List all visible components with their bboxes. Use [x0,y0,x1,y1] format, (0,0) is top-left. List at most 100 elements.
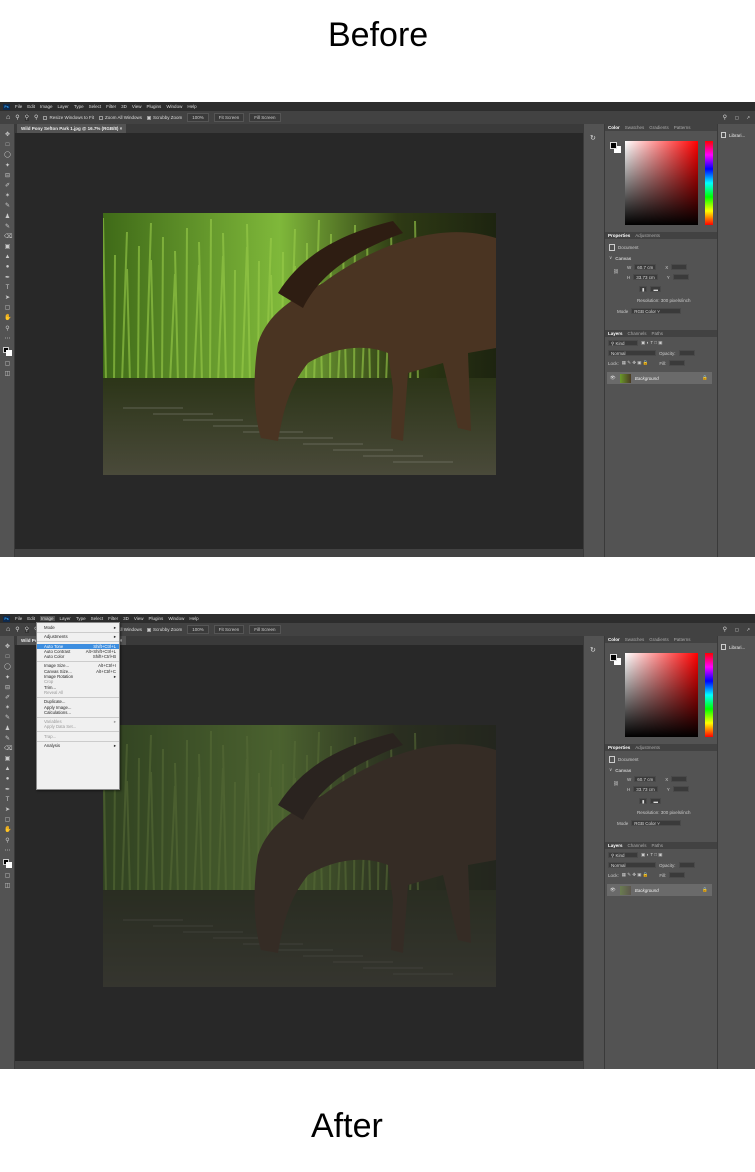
tab-color[interactable]: Color [608,125,620,130]
menu-item-calculations[interactable]: Calculations... [37,710,119,715]
search-icon[interactable]: ⚲ [723,626,727,633]
menu-3d[interactable]: 3D [123,616,129,621]
layer-row-background[interactable]: 👁 Background 🔒 [607,884,712,896]
menu-view[interactable]: View [132,104,142,109]
tab-paths[interactable]: Paths [652,331,664,336]
menu-item-apply-data-set[interactable]: Apply Data Set... [37,724,119,729]
hue-slider[interactable] [705,141,713,225]
menu-file[interactable]: File [15,616,22,621]
lock-icons[interactable]: ▦ ✎ ✥ ▣ 🔒 [622,360,649,366]
tab-patterns[interactable]: Patterns [674,125,691,130]
tab-layers[interactable]: Layers [608,843,623,848]
menu-file[interactable]: File [15,104,22,109]
filter-icons[interactable]: ▣ ◐ T □ ▣ [641,340,663,346]
fit-screen-button[interactable]: Fit Screen [213,625,245,634]
fill-screen-button[interactable]: Fill Screen [249,625,281,634]
stamp-tool-icon[interactable]: ♟ [4,214,11,221]
tab-patterns[interactable]: Patterns [674,637,691,642]
workspace-icon[interactable]: ▢ [735,627,739,633]
y-field[interactable] [672,786,689,792]
libraries-button[interactable]: Librari... [721,132,752,138]
document-tab[interactable]: Wild Pony Sefton Park 1.jpg @ 16.7% (RGB… [17,124,127,133]
menu-layer[interactable]: Layer [58,104,69,109]
zoom-tool-icon[interactable]: ⚲ [15,114,19,121]
menu-3d[interactable]: 3D [121,104,127,109]
blur-tool-icon[interactable]: ▲ [4,254,11,261]
dodge-tool-icon[interactable]: ● [4,264,11,271]
zoom-tool-icon[interactable]: ⚲ [4,838,11,845]
tab-channels[interactable]: Channels [628,843,647,848]
layer-filter-kind[interactable]: ⚲ Kind [608,340,638,346]
height-field[interactable]: 33.73 cm [633,786,658,792]
hue-slider[interactable] [705,653,713,737]
layer-row-background[interactable]: 👁 Background 🔒 [607,372,712,384]
foreground-color[interactable] [610,142,617,149]
menu-item-adjustments[interactable]: Adjustments ▸ [37,634,119,639]
menu-edit[interactable]: Edit [27,104,35,109]
zoom-100-button[interactable]: 100% [187,113,209,122]
resize-windows-checkbox[interactable]: Resize Windows to Fit [43,115,94,120]
crop-tool-icon[interactable]: ⊟ [4,173,11,180]
dodge-tool-icon[interactable]: ● [4,776,11,783]
history-brush-tool-icon[interactable]: ✎ [4,736,11,743]
menu-window[interactable]: Window [166,104,182,109]
menu-image[interactable]: Image [40,104,53,109]
layer-filter-kind[interactable]: ⚲ Kind [608,852,638,858]
quick-mask-icon[interactable]: ▢ [4,361,11,368]
eraser-tool-icon[interactable]: ⌫ [4,234,12,241]
zoom-all-checkbox[interactable]: Zoom All Windows [98,115,142,120]
blend-mode-select[interactable]: Normal [608,862,656,868]
lasso-tool-icon[interactable]: ◯ [4,664,11,671]
menu-help[interactable]: Help [187,104,196,109]
fit-screen-button[interactable]: Fit Screen [213,113,245,122]
color-picker-field[interactable] [625,141,698,225]
history-brush-tool-icon[interactable]: ✎ [4,224,11,231]
crop-tool-icon[interactable]: ⊟ [4,685,11,692]
pen-tool-icon[interactable]: ✒ [4,787,11,794]
magic-wand-tool-icon[interactable]: ✦ [4,163,11,170]
zoom-tool-icon[interactable]: ⚲ [15,626,19,633]
libraries-button[interactable]: Librari... [721,644,752,650]
zoom-tool-icon[interactable]: ⚲ [4,326,11,333]
tab-properties[interactable]: Properties [608,233,630,238]
blur-tool-icon[interactable]: ▲ [4,766,11,773]
tab-adjustments[interactable]: Adjustments [635,233,660,238]
link-icon[interactable]: ⛓ [613,781,619,787]
menu-image[interactable]: Image [40,616,55,621]
lasso-tool-icon[interactable]: ◯ [4,152,11,159]
stamp-tool-icon[interactable]: ♟ [4,726,11,733]
tab-swatches[interactable]: Swatches [625,125,645,130]
eyedropper-tool-icon[interactable]: ✐ [4,183,11,190]
lock-icons[interactable]: ▦ ✎ ✥ ▣ 🔒 [622,872,649,878]
quick-mask-icon[interactable]: ▢ [4,873,11,880]
landscape-orientation-button[interactable]: ▬ [650,286,661,292]
home-icon[interactable]: ⌂ [6,114,10,121]
opacity-field[interactable] [678,350,695,356]
fill-field[interactable] [669,872,686,878]
menu-select[interactable]: Select [91,616,104,621]
chevron-down-icon[interactable]: ∨ [609,767,612,773]
menu-view[interactable]: View [134,616,144,621]
rectangle-tool-icon[interactable]: ▢ [4,817,11,824]
x-field[interactable] [671,264,688,270]
menu-item-reveal-all[interactable]: Reveal All [37,690,119,695]
visibility-eye-icon[interactable]: 👁 [610,887,616,893]
screen-mode-icon[interactable]: ◫ [4,371,11,378]
foreground-background-swatch[interactable] [0,346,14,358]
rectangle-tool-icon[interactable]: ▢ [4,305,11,312]
x-field[interactable] [671,776,688,782]
mode-select[interactable]: RGB Color ˅ [631,820,682,826]
canvas-area[interactable] [15,133,583,549]
menu-window[interactable]: Window [168,616,184,621]
landscape-orientation-button[interactable]: ▬ [650,798,661,804]
brush-tool-icon[interactable]: ✎ [4,715,11,722]
gradient-tool-icon[interactable]: ▣ [4,244,11,251]
healing-tool-icon[interactable]: ✶ [4,705,11,712]
eyedropper-tool-icon[interactable]: ✐ [4,695,11,702]
pen-tool-icon[interactable]: ✒ [4,275,11,282]
history-icon[interactable]: ↻ [590,646,598,654]
search-icon[interactable]: ⚲ [723,114,727,121]
portrait-orientation-button[interactable]: ▮ [639,286,648,292]
menu-edit[interactable]: Edit [27,616,35,621]
tab-channels[interactable]: Channels [628,331,647,336]
